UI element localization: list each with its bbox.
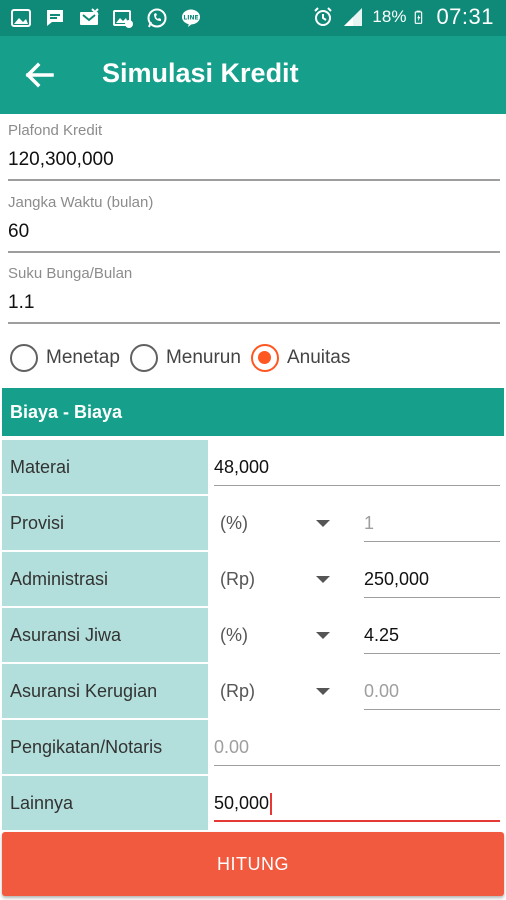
jangka-label: Jangka Waktu (bulan) [8,194,154,211]
dropdown-caret-icon [316,688,330,695]
battery-charging-icon [415,10,423,24]
signal-icon [344,8,363,26]
radio-circle[interactable] [129,344,158,372]
alarm-icon [314,7,333,26]
asuransi-kerugian-unit: (Rp) [220,681,255,701]
administrasi-unit: (Rp) [220,569,255,589]
row-pengikatan: Pengikatan/Notaris 0.00 [2,720,504,774]
lainnya-input[interactable]: 50,000 [214,788,500,822]
row-administrasi: Administrasi (Rp) 250,000 [2,552,504,606]
dropdown-caret-icon [316,632,330,639]
jangka-input[interactable]: 60 [8,219,500,253]
asuransi-kerugian-label: Asuransi Kerugian [2,664,208,718]
row-asuransi-kerugian: Asuransi Kerugian (Rp) 0.00 [2,664,504,718]
radio-label-menurun: Menurun [165,347,241,368]
radio-circle-selected[interactable] [250,344,279,372]
gallery-icon [11,9,31,27]
asuransi-jiwa-input[interactable]: 4.25 [364,620,500,654]
row-lainnya: Lainnya 50,000 [2,776,504,830]
suku-label: Suku Bunga/Bulan [8,265,133,282]
row-provisi: Provisi (%) 1 [2,496,504,550]
radio-anuitas[interactable]: Anuitas [250,344,351,372]
page-title: Simulasi Kredit [102,58,299,88]
plafond-field: Plafond Kredit 120,300,000 [8,122,500,181]
row-materai: Materai 48,000 [2,440,504,494]
asuransi-kerugian-unit-select[interactable]: (Rp) [220,676,340,710]
provisi-label: Provisi [2,496,208,550]
provisi-input[interactable]: 1 [364,508,500,542]
dropdown-caret-icon [316,520,330,527]
biaya-header: Biaya - Biaya [2,388,504,436]
radio-circle[interactable] [10,344,38,372]
message-icon [47,10,63,26]
line-icon: LINE [182,9,200,27]
suku-field: Suku Bunga/Bulan 1.1 [8,265,500,324]
plafond-input[interactable]: 120,300,000 [8,147,500,181]
pengikatan-input[interactable]: 0.00 [214,732,500,766]
radio-menurun[interactable]: Menurun [129,344,241,372]
row-asuransi-jiwa: Asuransi Jiwa (%) 4.25 [2,608,504,662]
materai-input[interactable]: 48,000 [214,452,500,486]
administrasi-unit-select[interactable]: (Rp) [220,564,340,598]
whatsapp-icon [147,8,167,28]
svg-text:LINE: LINE [183,15,198,22]
app-bar: Simulasi Kredit [0,36,506,114]
status-bar: LINE 18% 07:31 [0,0,506,36]
radio-menetap[interactable]: Menetap [10,344,120,372]
method-radio-group: Menetap Menurun Anuitas [10,344,360,372]
provisi-unit: (%) [220,513,248,533]
administrasi-label: Administrasi [2,552,208,606]
suku-input[interactable]: 1.1 [8,290,500,324]
hitung-button[interactable]: HITUNG [2,832,504,896]
materai-label: Materai [2,440,208,494]
lainnya-label: Lainnya [2,776,208,830]
plafond-label: Plafond Kredit [8,122,103,139]
clock: 07:31 [436,4,494,29]
radio-label-anuitas: Anuitas [286,347,351,368]
asuransi-kerugian-input[interactable]: 0.00 [364,676,500,710]
image-mail-icon [113,10,133,28]
provisi-unit-select[interactable]: (%) [220,508,340,542]
asuransi-jiwa-label: Asuransi Jiwa [2,608,208,662]
text-cursor [270,793,273,816]
asuransi-jiwa-unit: (%) [220,625,248,645]
pengikatan-label: Pengikatan/Notaris [2,720,208,774]
radio-label-menetap: Menetap [46,347,120,368]
battery-percent: 18% [372,7,407,26]
administrasi-input[interactable]: 250,000 [364,564,500,598]
missed-call-icon [80,8,99,25]
status-right: 18% 07:31 [312,4,494,30]
back-arrow-icon[interactable] [22,58,58,92]
jangka-field: Jangka Waktu (bulan) 60 [8,194,500,253]
asuransi-jiwa-unit-select[interactable]: (%) [220,620,340,654]
notification-icons: LINE [10,7,202,29]
dropdown-caret-icon [316,576,330,583]
lainnya-value: 50,000 [214,793,270,813]
